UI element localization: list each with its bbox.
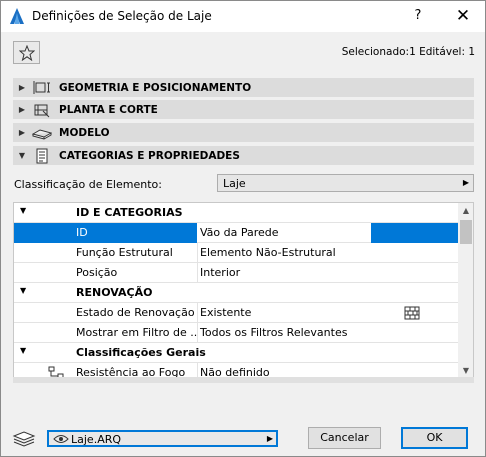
- dropdown-arrow-icon: ▶: [462, 178, 469, 187]
- horizontal-scrollbar[interactable]: [13, 377, 474, 383]
- collapse-arrow-icon: ▼: [20, 206, 27, 215]
- classification-label: Classificação de Elemento:: [14, 178, 162, 191]
- property-row[interactable]: Função Estrutural Elemento Não-Estrutura…: [14, 243, 458, 263]
- favorites-button[interactable]: [13, 41, 40, 64]
- star-icon: [18, 44, 35, 61]
- property-value[interactable]: Todos os Filtros Relevantes: [200, 326, 347, 339]
- window-title: Definições de Seleção de Laje: [32, 9, 212, 23]
- property-value[interactable]: Vão da Parede: [200, 226, 279, 239]
- column-separator: [197, 243, 198, 263]
- selection-highlight: [371, 223, 458, 243]
- expand-arrow-icon: ▶: [18, 128, 26, 137]
- section-label: GEOMETRIA E POSICIONAMENTO: [59, 81, 252, 94]
- group-row[interactable]: ▼ Classificações Gerais: [14, 343, 458, 363]
- column-separator: [197, 323, 198, 343]
- eye-icon: [53, 435, 69, 443]
- title-bar: Definições de Seleção de Laje ? ✕: [1, 1, 485, 32]
- vertical-scrollbar[interactable]: ▲ ▼: [458, 203, 473, 379]
- group-label: RENOVAÇÃO: [76, 286, 153, 299]
- floorplan-section-icon: [31, 102, 53, 118]
- scroll-thumb[interactable]: [460, 220, 472, 244]
- expand-arrow-icon: ▶: [18, 105, 26, 114]
- help-button[interactable]: ?: [403, 5, 433, 27]
- model-icon: [31, 125, 53, 141]
- property-label: Estado de Renovação: [76, 306, 195, 319]
- group-label: ID E CATEGORIAS: [76, 206, 183, 219]
- geometry-icon: [31, 80, 53, 96]
- dropdown-arrow-icon: ▶: [266, 434, 273, 443]
- categories-icon: [31, 148, 53, 164]
- group-label: Classificações Gerais: [76, 346, 206, 359]
- collapse-arrow-icon: ▼: [20, 346, 27, 355]
- properties-grid: ▼ ID E CATEGORIAS ID Vão da Parede Funçã…: [13, 202, 474, 380]
- column-separator: [197, 303, 198, 323]
- property-value[interactable]: Elemento Não-Estrutural: [200, 246, 336, 259]
- property-row[interactable]: Mostrar em Filtro de ... Todos os Filtro…: [14, 323, 458, 343]
- group-row[interactable]: ▼ RENOVAÇÃO: [14, 283, 458, 303]
- expand-arrow-icon: ▶: [18, 83, 26, 92]
- property-label: ID: [76, 226, 88, 239]
- collapse-arrow-icon: ▼: [18, 151, 26, 160]
- layer-dropdown[interactable]: Laje.ARQ ▶: [47, 430, 278, 447]
- column-separator: [197, 263, 198, 283]
- selection-info: Selecionado:1 Editável: 1: [341, 46, 475, 58]
- classification-value: Laje: [223, 177, 246, 190]
- close-button[interactable]: ✕: [448, 5, 478, 27]
- section-categories[interactable]: ▼ CATEGORIAS E PROPRIEDADES: [13, 146, 474, 165]
- layers-icon: [12, 431, 36, 447]
- dialog-window: Definições de Seleção de Laje ? ✕ Seleci…: [0, 0, 486, 457]
- scroll-up-icon[interactable]: ▲: [458, 203, 473, 219]
- ok-button[interactable]: OK: [401, 427, 468, 449]
- classification-dropdown[interactable]: Laje ▶: [217, 174, 474, 192]
- section-geometry[interactable]: ▶ GEOMETRIA E POSICIONAMENTO: [13, 78, 474, 97]
- section-label: PLANTA E CORTE: [59, 103, 158, 116]
- property-row[interactable]: Posição Interior: [14, 263, 458, 283]
- archicad-app-icon: [10, 8, 24, 24]
- renovation-brick-icon: [404, 306, 420, 320]
- property-row[interactable]: Estado de Renovação Existente: [14, 303, 458, 323]
- property-label: Função Estrutural: [76, 246, 173, 259]
- section-floorplan[interactable]: ▶ PLANTA E CORTE: [13, 100, 474, 119]
- property-label: Posição: [76, 266, 118, 279]
- layer-value: Laje.ARQ: [71, 433, 122, 446]
- section-label: CATEGORIAS E PROPRIEDADES: [59, 149, 240, 162]
- property-label: Mostrar em Filtro de ...: [76, 326, 198, 339]
- property-row[interactable]: ID Vão da Parede: [14, 223, 458, 243]
- collapse-arrow-icon: ▼: [20, 286, 27, 295]
- group-row[interactable]: ▼ ID E CATEGORIAS: [14, 203, 458, 223]
- cancel-button[interactable]: Cancelar: [308, 427, 381, 449]
- section-label: MODELO: [59, 126, 110, 139]
- property-value[interactable]: Interior: [200, 266, 240, 279]
- property-value[interactable]: Existente: [200, 306, 251, 319]
- section-model[interactable]: ▶ MODELO: [13, 123, 474, 142]
